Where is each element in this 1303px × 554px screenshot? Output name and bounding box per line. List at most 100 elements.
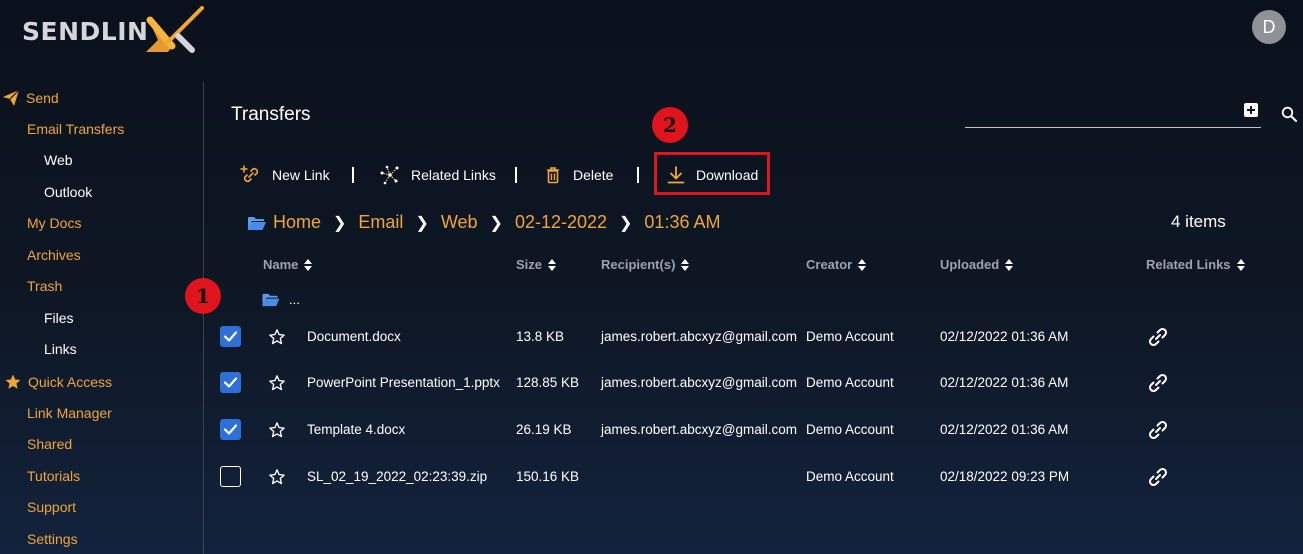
sidebar-item-settings[interactable]: Settings: [27, 531, 78, 547]
sort-icon: [1236, 258, 1245, 271]
column-header-size[interactable]: Size: [516, 257, 557, 272]
table-row[interactable]: SL_02_19_2022_02:23:39.zip 150.16 KB Dem…: [210, 458, 1290, 498]
uploaded-date: 02/12/2022 01:36 AM: [940, 422, 1069, 437]
folder-open-icon: [247, 216, 266, 230]
star-outline-icon[interactable]: [268, 421, 286, 439]
creator: Demo Account: [806, 329, 894, 344]
creator: Demo Account: [806, 422, 894, 437]
table-row[interactable]: Document.docx 13.8 KB james.robert.abcxy…: [210, 318, 1290, 358]
column-header-name[interactable]: Name: [263, 257, 313, 272]
sidebar-item-support[interactable]: Support: [27, 499, 76, 515]
file-size: 26.19 KB: [516, 422, 572, 437]
sort-icon: [548, 258, 557, 271]
uploaded-date: 02/12/2022 01:36 AM: [940, 375, 1069, 390]
link-icon[interactable]: [1147, 326, 1169, 348]
table-row[interactable]: PowerPoint Presentation_1.pptx 128.85 KB…: [210, 364, 1290, 404]
column-header-recipients[interactable]: Recipient(s): [601, 257, 690, 272]
paper-plane-icon: [2, 89, 20, 107]
file-name[interactable]: Document.docx: [307, 329, 401, 344]
page-title: Transfers: [231, 104, 311, 125]
sidebar-item-trash[interactable]: Trash: [27, 278, 62, 294]
column-header-creator[interactable]: Creator: [806, 257, 867, 272]
column-header-label: Recipient(s): [601, 257, 676, 272]
download-highlight-box: [654, 152, 770, 195]
table-row[interactable]: Template 4.docx 26.19 KB james.robert.ab…: [210, 411, 1290, 451]
add-link-icon: [240, 165, 259, 183]
sidebar-item-email-transfers[interactable]: Email Transfers: [27, 121, 124, 137]
parent-folder-row[interactable]: ...: [261, 292, 300, 307]
star-outline-icon[interactable]: [268, 468, 286, 486]
file-size: 150.16 KB: [516, 469, 580, 484]
sidebar-item-archives[interactable]: Archives: [27, 247, 81, 263]
row-checkbox[interactable]: [220, 466, 241, 487]
related-links-label: Related Links: [411, 167, 496, 183]
sidebar-item-web[interactable]: Web: [44, 152, 73, 168]
sidebar-item-my-docs[interactable]: My Docs: [27, 215, 81, 231]
sort-icon: [304, 258, 313, 271]
uploaded-date: 02/12/2022 01:36 AM: [940, 329, 1069, 344]
breadcrumb-web[interactable]: Web: [441, 212, 478, 233]
sidebar-item-label: Outlook: [44, 184, 93, 200]
uploaded-date: 02/18/2022 09:23 PM: [940, 469, 1070, 484]
sidebar-item-link-manager[interactable]: Link Manager: [27, 405, 112, 421]
delete-button[interactable]: Delete: [543, 162, 613, 188]
sidebar-item-tutorials[interactable]: Tutorials: [27, 468, 80, 484]
file-name[interactable]: Template 4.docx: [307, 422, 405, 437]
sidebar-item-send[interactable]: Send: [2, 89, 59, 107]
file-name[interactable]: SL_02_19_2022_02:23:39.zip: [307, 469, 487, 484]
sidebar-item-files[interactable]: Files: [44, 310, 74, 326]
file-size: 128.85 KB: [516, 375, 580, 390]
sidebar-item-label: Tutorials: [27, 468, 81, 484]
parent-folder-label: ...: [289, 292, 300, 307]
search-input[interactable]: [965, 127, 1261, 128]
sidebar-item-links[interactable]: Links: [44, 341, 77, 357]
toolbar-divider: [352, 167, 354, 183]
user-avatar[interactable]: D: [1252, 10, 1286, 44]
items-count: 4 items: [1171, 212, 1226, 231]
column-header-uploaded[interactable]: Uploaded: [940, 257, 1014, 272]
checkmark-icon: [223, 377, 238, 388]
column-header-label: Uploaded: [940, 257, 1000, 272]
sidebar-item-label: Support: [27, 499, 77, 515]
link-icon[interactable]: [1147, 419, 1169, 441]
link-icon[interactable]: [1147, 466, 1169, 488]
breadcrumb-time[interactable]: 01:36 AM: [644, 212, 720, 233]
chevron-right-icon: ❯: [333, 214, 347, 232]
sidebar-item-label: Web: [44, 152, 73, 168]
sidebar-item-shared[interactable]: Shared: [27, 436, 72, 452]
recipient: james.robert.abcxyz@gmail.com: [601, 422, 798, 437]
sidebar-item-quick-access[interactable]: Quick Access: [4, 373, 112, 391]
sidebar-item-label: Files: [44, 310, 74, 326]
breadcrumb-home[interactable]: Home: [273, 212, 321, 233]
star-outline-icon[interactable]: [268, 328, 286, 346]
row-checkbox[interactable]: [220, 419, 241, 440]
chevron-right-icon: ❯: [619, 214, 633, 232]
row-checkbox[interactable]: [220, 372, 241, 393]
creator: Demo Account: [806, 469, 894, 484]
file-name[interactable]: PowerPoint Presentation_1.pptx: [307, 375, 500, 390]
star-outline-icon[interactable]: [268, 374, 286, 392]
checkmark-icon: [223, 424, 238, 435]
column-header-label: Creator: [806, 257, 853, 272]
search-icon[interactable]: [1281, 106, 1297, 122]
sidebar-item-label: Trash: [27, 278, 63, 294]
new-link-button[interactable]: New Link: [240, 162, 330, 188]
column-header-related-links[interactable]: Related Links: [1146, 257, 1245, 272]
sidebar-item-label: My Docs: [27, 215, 82, 231]
link-icon[interactable]: [1147, 372, 1169, 394]
row-checkbox[interactable]: [220, 326, 241, 347]
logo[interactable]: SENDLIN: [22, 6, 205, 56]
sidebar-item-outlook[interactable]: Outlook: [44, 184, 92, 200]
sidebar-item-label: Settings: [27, 531, 78, 547]
add-icon[interactable]: [1244, 103, 1258, 117]
chevron-right-icon: ❯: [489, 214, 503, 232]
sidebar-item-label: Archives: [27, 247, 81, 263]
sidebar-item-label: Quick Access: [28, 374, 113, 390]
breadcrumb-date[interactable]: 02-12-2022: [515, 212, 607, 233]
logo-text: SENDLIN: [22, 16, 149, 46]
file-size: 13.8 KB: [516, 329, 565, 344]
breadcrumb-email[interactable]: Email: [358, 212, 403, 233]
sidebar-item-label: Email Transfers: [27, 121, 125, 137]
related-links-button[interactable]: Related Links: [379, 162, 496, 188]
toolbar-divider: [515, 167, 517, 183]
